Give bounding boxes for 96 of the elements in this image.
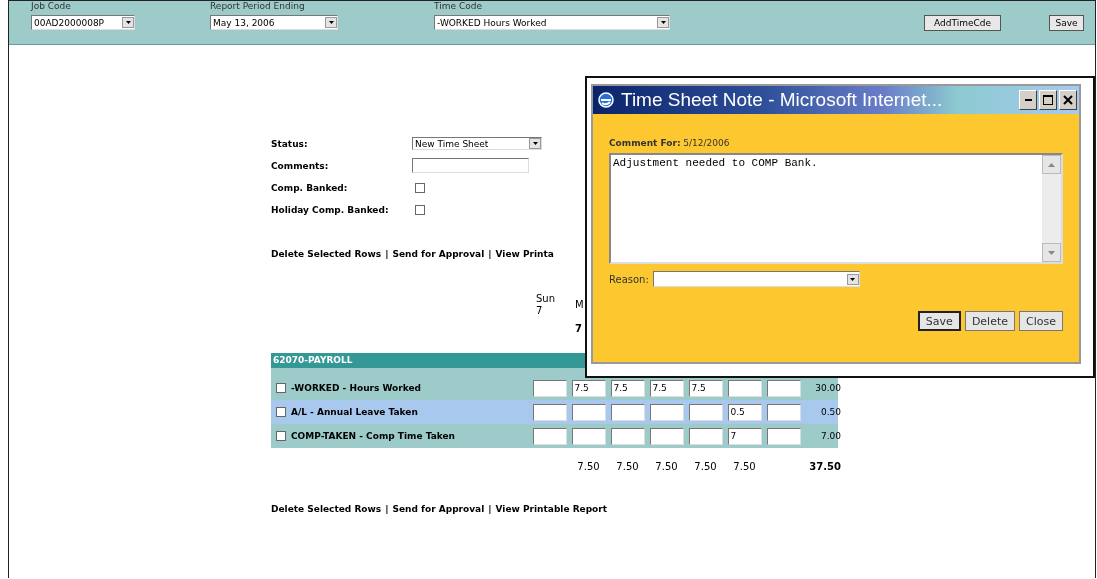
hours-field[interactable] (766, 427, 801, 445)
checkbox[interactable] (276, 407, 286, 417)
hours-field[interactable] (649, 403, 684, 421)
row-total: 30.00 (814, 383, 842, 393)
dropdown-button[interactable] (846, 273, 859, 285)
hours-field[interactable]: 7.5 (688, 379, 723, 397)
hours-field[interactable]: 7.5 (649, 379, 684, 397)
grand-total: 37.50 (809, 460, 841, 472)
hours-field[interactable]: 7.5 (571, 379, 606, 397)
checkbox[interactable] (415, 204, 425, 215)
dropdown-button[interactable] (529, 138, 541, 149)
field-label: Holiday Comp. Banked: (271, 204, 390, 215)
date-label: 7 (536, 305, 544, 317)
add-time-code-button[interactable]: AddTimeCde (924, 15, 1001, 31)
save-button[interactable]: Save (1049, 15, 1084, 31)
minimize-icon (1024, 99, 1032, 101)
window-title: Time Sheet Note - Microsoft Internet... (621, 89, 944, 111)
row-label: -WORKED - Hours Worked (291, 383, 421, 393)
day-label: Sun (536, 293, 557, 305)
hours-field[interactable] (688, 403, 723, 421)
row-total: 7.00 (819, 431, 842, 441)
dropdown-button[interactable] (122, 17, 134, 28)
comment-field[interactable]: Adjustment needed to COMP Bank. (609, 153, 1063, 264)
delete-button[interactable]: Delete (964, 311, 1016, 331)
dropdown-field[interactable]: -WORKED Hours Worked (434, 15, 670, 30)
hours-field[interactable]: 7 (727, 427, 762, 445)
row-label: A/L - Annual Leave Taken (291, 407, 418, 417)
day-total: 7.50 (577, 460, 600, 472)
status-dropdown[interactable]: New Time Sheet (412, 137, 542, 150)
hours-field[interactable] (727, 379, 762, 397)
field-label: Job Code (31, 1, 72, 11)
link[interactable]: View Printable Report (495, 504, 608, 514)
hours-field[interactable]: 0.5 (727, 403, 762, 421)
hours-field[interactable] (571, 427, 606, 445)
day-label: M (575, 299, 585, 311)
close-icon (1063, 95, 1073, 105)
down-arrow-icon (1048, 250, 1055, 255)
day-total: 7.50 (616, 460, 639, 472)
save-button[interactable]: Save (917, 311, 961, 331)
day-total: 7.50 (694, 460, 717, 472)
dropdown-button[interactable] (325, 17, 337, 28)
hours-field[interactable]: 7.5 (610, 379, 645, 397)
field-label: Comp. Banked: (271, 182, 349, 193)
field-value: Adjustment needed to COMP Bank. (613, 157, 818, 169)
scroll-down-button[interactable] (1042, 243, 1061, 262)
link[interactable]: Delete Selected Rows (271, 504, 382, 514)
scrollbar[interactable] (1042, 155, 1061, 262)
day-total: 7.50 (733, 460, 756, 472)
scroll-up-button[interactable] (1042, 155, 1061, 174)
field-label: Status: (271, 138, 309, 149)
maximize-icon (1043, 95, 1053, 105)
comment-label: Comment For: 5/12/2006 (609, 138, 731, 148)
maximize-button[interactable] (1039, 90, 1057, 110)
field-label: Report Period Ending (210, 1, 306, 11)
checkbox[interactable] (276, 431, 286, 441)
reason-dropdown[interactable] (652, 271, 860, 287)
checkbox[interactable] (276, 383, 286, 393)
hours-field[interactable] (610, 427, 645, 445)
link[interactable]: Send for Approval (392, 504, 485, 514)
hours-field[interactable] (571, 403, 606, 421)
hours-field[interactable] (610, 403, 645, 421)
link[interactable]: View Printa (495, 249, 554, 259)
caret-icon (532, 142, 538, 145)
close-button[interactable]: Close (1019, 311, 1063, 331)
day-total: 7.50 (655, 460, 678, 472)
dropdown-field[interactable]: 00AD2000008P (31, 15, 135, 30)
hours-field[interactable] (766, 403, 801, 421)
up-arrow-icon (1048, 162, 1055, 167)
hours-field[interactable] (766, 379, 801, 397)
caret-icon (328, 21, 334, 24)
hours-field[interactable] (688, 427, 723, 445)
hours-field[interactable] (532, 427, 567, 445)
caret-icon (125, 21, 131, 24)
dropdown-button[interactable] (657, 17, 669, 28)
field-label: Comments: (271, 160, 330, 171)
close-button[interactable] (1059, 90, 1077, 110)
separator: | (488, 249, 492, 259)
field-label: Reason: (609, 273, 649, 285)
comments-field[interactable] (412, 158, 529, 173)
minimize-button[interactable] (1019, 90, 1037, 110)
link[interactable]: Delete Selected Rows (271, 249, 382, 259)
browser-icon (597, 91, 615, 109)
row-label: COMP-TAKEN - Comp Time Taken (291, 431, 455, 441)
separator: | (488, 504, 492, 514)
separator: | (385, 504, 389, 514)
day-total: 7 (575, 322, 582, 334)
separator: | (385, 249, 389, 259)
field-label: Time Code (434, 1, 483, 11)
hours-field[interactable] (649, 427, 684, 445)
checkbox[interactable] (415, 182, 425, 193)
dropdown-field[interactable]: May 13, 2006 (210, 15, 338, 30)
hours-field[interactable] (532, 379, 567, 397)
caret-icon (660, 21, 666, 24)
link[interactable]: Send for Approval (392, 249, 485, 259)
hours-field[interactable] (532, 403, 567, 421)
caret-icon (850, 277, 856, 281)
